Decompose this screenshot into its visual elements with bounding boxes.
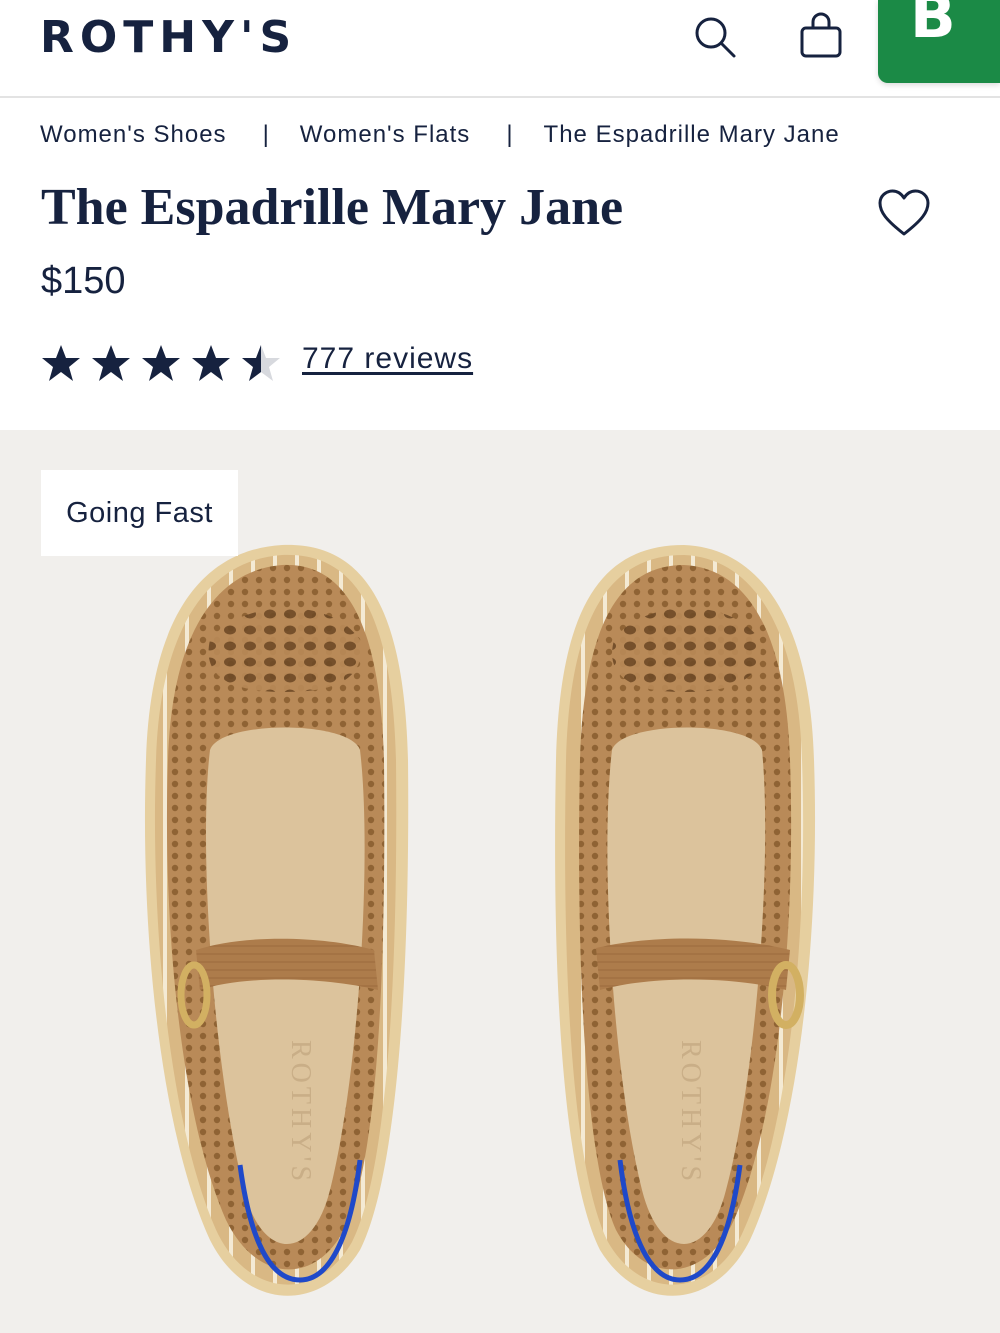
breadcrumb: Women's Shoes | Women's Flats | The Espa… bbox=[40, 118, 840, 152]
star-half-icon bbox=[242, 345, 280, 381]
star-icon bbox=[192, 345, 230, 381]
product-image-gallery[interactable]: ROTHY'S ROTHY'S Going Fast bbox=[0, 430, 1000, 1333]
star-icon bbox=[42, 345, 80, 381]
right-shoe: ROTHY'S bbox=[555, 545, 816, 1296]
search-icon[interactable] bbox=[692, 14, 738, 60]
breadcrumb-womens-flats[interactable]: Women's Flats bbox=[300, 121, 471, 149]
going-fast-tag: Going Fast bbox=[41, 470, 238, 556]
badge-glyph: B bbox=[910, 0, 956, 52]
product-image: ROTHY'S ROTHY'S bbox=[144, 544, 816, 1296]
breadcrumb-separator: | bbox=[262, 121, 270, 148]
product-title: The Espadrille Mary Jane bbox=[41, 179, 624, 236]
site-header: ROTHY'S B bbox=[0, 0, 1000, 98]
heart-icon[interactable] bbox=[876, 186, 932, 242]
insole-brand-mark: ROTHY'S bbox=[285, 1040, 316, 1185]
brand-logo[interactable]: ROTHY'S bbox=[40, 12, 297, 63]
left-shoe: ROTHY'S bbox=[144, 544, 409, 1296]
breadcrumb-womens-shoes[interactable]: Women's Shoes bbox=[40, 121, 227, 149]
star-icon bbox=[142, 345, 180, 381]
breadcrumb-current-product[interactable]: The Espadrille Mary Jane bbox=[544, 121, 840, 149]
star-icon bbox=[92, 345, 130, 381]
star-rating[interactable] bbox=[40, 342, 290, 384]
product-price: $150 bbox=[41, 260, 126, 302]
chat-widget-badge[interactable]: B bbox=[878, 0, 1000, 83]
insole-brand-mark: ROTHY'S bbox=[675, 1040, 706, 1185]
reviews-link[interactable]: 777 reviews bbox=[302, 342, 473, 376]
breadcrumb-separator: | bbox=[506, 121, 514, 148]
bag-icon[interactable] bbox=[798, 12, 844, 58]
